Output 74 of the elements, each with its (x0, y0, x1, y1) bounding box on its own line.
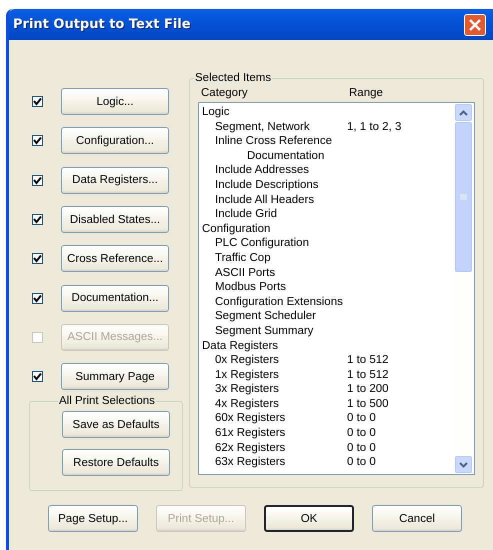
scrollbar[interactable] (455, 104, 472, 473)
section-button[interactable]: Summary Page (61, 363, 169, 390)
list-item[interactable]: Include Addresses (202, 163, 347, 178)
dialog-button[interactable]: OK (264, 505, 354, 532)
dialog-button[interactable]: Cancel (372, 505, 462, 532)
close-button[interactable] (464, 14, 486, 36)
range-text: 1 to 500 (347, 396, 389, 412)
range-text: 1 to 512 (347, 368, 389, 382)
chevron-up-icon (459, 110, 468, 116)
section-button[interactable]: Data Registers... (61, 166, 169, 194)
check-icon (33, 97, 42, 106)
column-header: Range (349, 87, 383, 99)
scroll-thumb[interactable] (455, 122, 472, 272)
section-button[interactable]: Configuration... (61, 127, 169, 154)
chevron-down-icon (459, 462, 468, 468)
range-text: 0 to 0 (347, 411, 376, 426)
list-item[interactable]: Inline Cross Reference (202, 134, 347, 149)
checkbox[interactable] (32, 135, 43, 146)
section-button[interactable]: Cross Reference... (61, 245, 169, 272)
range-text: 1 to 512 (347, 353, 389, 368)
checkbox[interactable] (32, 253, 43, 264)
list-item[interactable]: 0x Registers (202, 353, 347, 368)
dialog-button[interactable]: Page Setup... (48, 505, 138, 532)
category-item[interactable]: Data Registers (202, 338, 278, 354)
list-item[interactable]: Traffic Cop (202, 250, 347, 266)
list-item[interactable]: 3x Registers (202, 382, 347, 397)
list-item[interactable]: Include Descriptions (202, 178, 347, 193)
window-title: Print Output to Text File (13, 17, 191, 32)
list-item[interactable]: Include All Headers (202, 192, 347, 208)
grip-icon (460, 194, 467, 200)
check-icon (33, 215, 42, 224)
range-text: 0 to 0 (347, 440, 376, 456)
section-button[interactable]: Documentation... (61, 284, 169, 312)
list-item[interactable]: Segment Summary (202, 324, 347, 338)
list-item[interactable]: 63x Registers (202, 455, 347, 470)
category-item[interactable]: Logic (202, 105, 230, 120)
list-item[interactable]: Configuration Extensions (202, 294, 347, 310)
list-item[interactable]: 60x Registers (202, 411, 347, 426)
range-text: 1 to 200 (347, 382, 389, 397)
range-text: 0 to 0 (347, 455, 376, 470)
check-icon (33, 254, 42, 264)
defaults-button[interactable]: Restore Defaults (62, 449, 170, 476)
section-button[interactable]: Disabled States... (61, 206, 169, 234)
list-item[interactable]: ASCII Ports (202, 266, 347, 280)
list-item[interactable]: 61x Registers (202, 426, 347, 441)
group-title: Selected Items (194, 72, 272, 84)
list-item[interactable]: 62x Registers (202, 440, 347, 456)
list-item[interactable]: Modbus Ports (202, 280, 347, 295)
category-item[interactable]: Configuration (202, 222, 270, 236)
check-icon (33, 294, 42, 303)
check-icon (33, 176, 42, 185)
list-item[interactable]: Segment, Network (202, 120, 347, 134)
list-item[interactable]: 4x Registers (202, 396, 347, 412)
list-item[interactable]: Include Grid (202, 207, 347, 222)
checkbox[interactable] (32, 371, 43, 382)
close-icon (468, 18, 482, 32)
section-button[interactable]: Logic... (61, 88, 169, 116)
range-text: 1, 1 to 2, 3 (347, 120, 402, 134)
column-header: Category (201, 87, 249, 99)
checkbox[interactable] (32, 292, 43, 304)
check-icon (33, 372, 42, 382)
checkbox[interactable] (32, 96, 43, 108)
list-item: Documentation (246, 148, 324, 164)
scroll-up-button[interactable] (455, 104, 472, 121)
checkbox[interactable] (32, 174, 43, 186)
check-icon (33, 136, 42, 146)
range-text: 0 to 0 (347, 426, 376, 441)
list-item[interactable]: PLC Configuration (202, 236, 347, 251)
list-item[interactable]: Segment Scheduler (202, 309, 347, 324)
group-title: All Print Selections (58, 395, 156, 408)
scroll-down-button[interactable] (455, 456, 472, 473)
checkbox[interactable] (32, 214, 43, 226)
list-item[interactable]: 1x Registers (202, 368, 347, 382)
defaults-button[interactable]: Save as Defaults (62, 411, 170, 438)
